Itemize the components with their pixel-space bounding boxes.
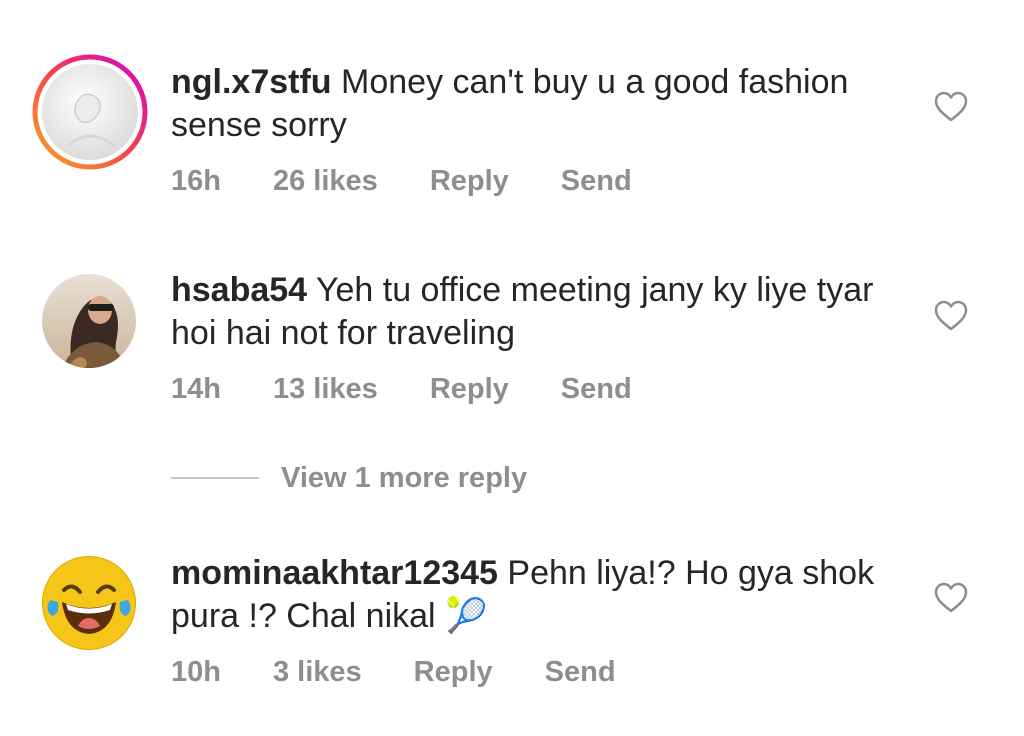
laughing-emoji-avatar-icon — [42, 556, 136, 650]
comment-username[interactable]: hsaba54 — [171, 271, 307, 309]
divider-line — [171, 477, 259, 479]
comment-meta: 16h 26 likes Reply Send — [171, 161, 684, 201]
avatar[interactable] — [42, 556, 136, 650]
comment-text: mominaakhtar12345 Pehn liya!? Ho gya sho… — [171, 552, 911, 638]
reply-button[interactable]: Reply — [430, 165, 509, 198]
send-button[interactable]: Send — [561, 165, 632, 198]
view-more-replies-label: View 1 more reply — [281, 461, 528, 494]
comment-time: 14h — [171, 372, 221, 405]
avatar[interactable] — [42, 274, 136, 368]
heart-outline-icon[interactable] — [934, 91, 968, 123]
comment-text: hsaba54 Yeh tu office meeting jany ky li… — [171, 269, 911, 355]
comment-likes[interactable]: 3 likes — [273, 656, 362, 689]
avatar[interactable] — [32, 54, 148, 170]
comment-likes[interactable]: 13 likes — [273, 373, 378, 406]
comment-time: 16h — [171, 164, 221, 197]
comments-list: ngl.x7stfu Money can't buy u a good fash… — [0, 0, 1024, 736]
send-button[interactable]: Send — [561, 373, 632, 406]
photo-avatar-icon — [42, 274, 136, 368]
comment-likes[interactable]: 26 likes — [273, 165, 378, 198]
comment-username[interactable]: mominaakhtar12345 — [171, 554, 498, 592]
comment-text: ngl.x7stfu Money can't buy u a good fash… — [171, 61, 911, 147]
reply-button[interactable]: Reply — [430, 373, 509, 406]
comment-username[interactable]: ngl.x7stfu — [171, 63, 332, 101]
comment-time: 10h — [171, 655, 221, 688]
comment-meta: 10h 3 likes Reply Send — [171, 652, 668, 692]
reply-button[interactable]: Reply — [414, 656, 493, 689]
send-button[interactable]: Send — [545, 656, 616, 689]
comment-meta: 14h 13 likes Reply Send — [171, 369, 684, 409]
story-ring-avatar-icon — [32, 54, 148, 170]
heart-outline-icon[interactable] — [934, 300, 968, 332]
heart-outline-icon[interactable] — [934, 582, 968, 614]
view-more-replies-button[interactable]: View 1 more reply — [171, 458, 527, 498]
